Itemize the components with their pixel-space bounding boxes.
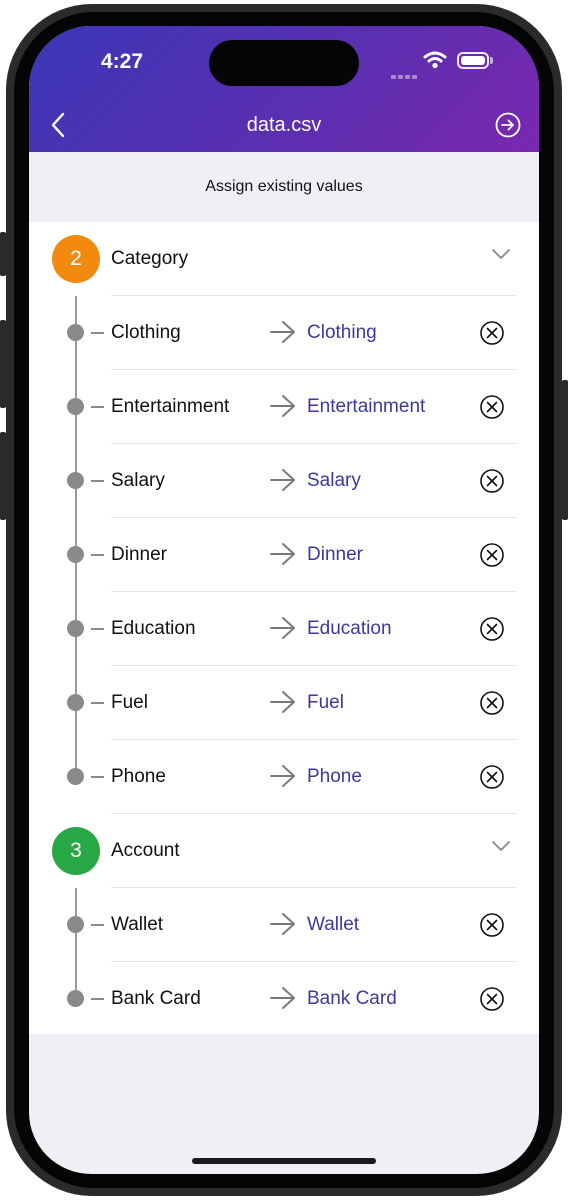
- mapping-row[interactable]: Salary Salary: [29, 444, 539, 518]
- remove-circle-icon[interactable]: [479, 394, 505, 420]
- tree-node-dot: [67, 546, 84, 563]
- target-value[interactable]: Dinner: [307, 544, 363, 566]
- remove-circle-icon[interactable]: [479, 912, 505, 938]
- group-label: Account: [111, 840, 180, 861]
- target-value[interactable]: Clothing: [307, 322, 377, 344]
- target-value[interactable]: Fuel: [307, 692, 344, 714]
- target-value[interactable]: Salary: [307, 470, 361, 492]
- chevron-down-icon[interactable]: [491, 840, 511, 852]
- target-value[interactable]: Entertainment: [307, 396, 425, 418]
- mapping-row[interactable]: Fuel Fuel: [29, 666, 539, 740]
- target-value[interactable]: Education: [307, 618, 392, 640]
- source-value: Wallet: [111, 914, 164, 935]
- tree-node-dot: [67, 916, 84, 933]
- mapping-list: 2 Category Clothing Clothing Entertainme…: [29, 222, 539, 1034]
- remove-circle-icon[interactable]: [479, 616, 505, 642]
- battery-icon: [457, 52, 489, 69]
- mapping-row[interactable]: Wallet Wallet: [29, 888, 539, 962]
- source-value: Bank Card: [111, 988, 201, 1009]
- group-label: Category: [111, 248, 189, 269]
- arrow-right-icon: [270, 543, 295, 565]
- step-badge: 3: [52, 827, 100, 875]
- arrow-right-icon: [270, 913, 295, 935]
- source-value: Phone: [111, 766, 166, 787]
- status-time: 4:27: [101, 50, 144, 73]
- remove-circle-icon[interactable]: [479, 690, 505, 716]
- target-value[interactable]: Phone: [307, 766, 362, 788]
- mapping-row[interactable]: Entertainment Entertainment: [29, 370, 539, 444]
- tree-node-dot: [67, 768, 84, 785]
- section-header-text: Assign existing values: [205, 178, 363, 195]
- target-value[interactable]: Wallet: [307, 914, 359, 936]
- arrow-right-icon: [270, 395, 295, 417]
- tree-node-dot: [67, 324, 84, 341]
- group-header-account[interactable]: 3 Account: [29, 814, 539, 888]
- source-value: Dinner: [111, 544, 167, 565]
- source-value: Fuel: [111, 692, 148, 713]
- arrow-right-circle-icon[interactable]: [495, 112, 521, 138]
- cellular-signal-icon: [391, 66, 419, 84]
- tree-node-dot: [67, 694, 84, 711]
- source-value: Salary: [111, 470, 165, 491]
- arrow-right-icon: [270, 987, 295, 1009]
- home-indicator[interactable]: [192, 1158, 376, 1164]
- remove-circle-icon[interactable]: [479, 986, 505, 1012]
- side-button: [562, 380, 568, 520]
- section-header: Assign existing values: [29, 152, 539, 222]
- chevron-down-icon[interactable]: [491, 248, 511, 260]
- remove-circle-icon[interactable]: [479, 542, 505, 568]
- mapping-row[interactable]: Bank Card Bank Card: [29, 962, 539, 1036]
- dynamic-island: [209, 40, 359, 86]
- navigation-header: 4:27 data.csv: [29, 26, 539, 152]
- group-header-category[interactable]: 2 Category: [29, 222, 539, 296]
- tree-node-dot: [67, 472, 84, 489]
- source-value: Clothing: [111, 322, 181, 343]
- mapping-row[interactable]: Clothing Clothing: [29, 296, 539, 370]
- arrow-right-icon: [270, 765, 295, 787]
- mapping-row[interactable]: Dinner Dinner: [29, 518, 539, 592]
- page-title: data.csv: [246, 114, 322, 136]
- target-value[interactable]: Bank Card: [307, 988, 397, 1010]
- remove-circle-icon[interactable]: [479, 320, 505, 346]
- tree-node-dot: [67, 398, 84, 415]
- tree-node-dot: [67, 990, 84, 1007]
- step-badge: 2: [52, 235, 100, 283]
- phone-device: 4:27 data.csv Assign existing values 2 C…: [0, 0, 568, 1200]
- arrow-right-icon: [270, 321, 295, 343]
- remove-circle-icon[interactable]: [479, 764, 505, 790]
- source-value: Entertainment: [111, 396, 230, 417]
- source-value: Education: [111, 618, 196, 639]
- mapping-row[interactable]: Phone Phone: [29, 740, 539, 814]
- arrow-right-icon: [270, 469, 295, 491]
- tree-node-dot: [67, 620, 84, 637]
- arrow-right-icon: [270, 617, 295, 639]
- mapping-row[interactable]: Education Education: [29, 592, 539, 666]
- wifi-icon: [423, 51, 447, 69]
- screen: 4:27 data.csv Assign existing values 2 C…: [29, 26, 539, 1174]
- remove-circle-icon[interactable]: [479, 468, 505, 494]
- arrow-right-icon: [270, 691, 295, 713]
